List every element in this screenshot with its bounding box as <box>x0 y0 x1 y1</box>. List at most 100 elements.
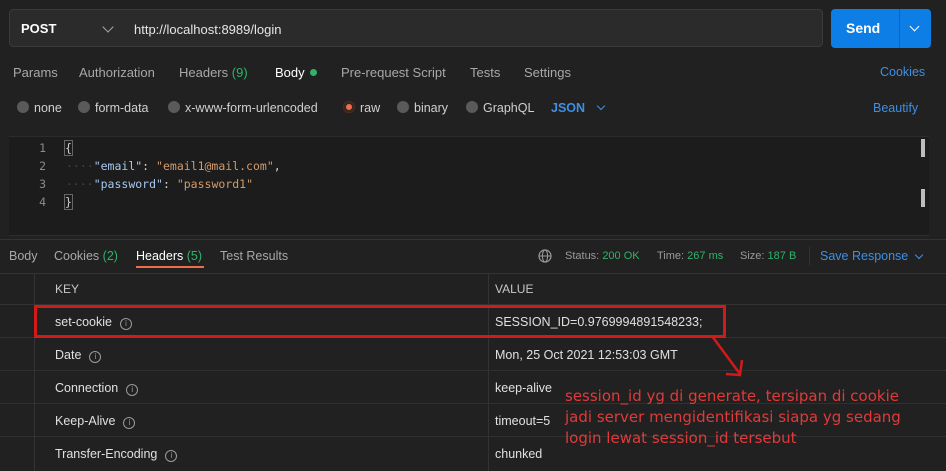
annotation-line: jadi server mengidentifikasi siapa yg se… <box>565 408 901 426</box>
tab-count: (2) <box>102 249 118 263</box>
radio-binary[interactable] <box>397 101 409 113</box>
tab-label: Body <box>275 65 305 80</box>
info-icon[interactable]: i <box>126 384 139 396</box>
tab-count: (5) <box>186 249 203 263</box>
code-line-password: ····"password": "password1" <box>66 177 253 191</box>
code-close-brace: } <box>64 194 73 210</box>
tab-body[interactable]: Body <box>275 65 317 80</box>
header-value: keep-alive <box>495 381 552 395</box>
tab-label: Headers <box>136 249 184 263</box>
code-line-email: ····"email": "email1@mail.com", <box>66 159 281 173</box>
radio-urlencoded[interactable] <box>168 101 180 113</box>
radio-raw[interactable] <box>343 101 355 113</box>
tab-label: Pre-request Script <box>341 65 446 80</box>
size-value: 187 B <box>767 250 797 262</box>
tab-tests[interactable]: Tests <box>470 65 500 80</box>
response-tab-cookies[interactable]: Cookies (2) <box>54 249 118 263</box>
method-label: POST <box>21 21 57 36</box>
save-response-button[interactable]: Save Response <box>820 249 908 263</box>
radio-graphql[interactable] <box>466 101 478 113</box>
header-key-text: Connection <box>55 381 119 395</box>
radio-none[interactable] <box>17 101 29 113</box>
annotation-arrow-icon <box>710 335 744 377</box>
radio-label-none: none <box>34 101 62 115</box>
tab-label: Cookies <box>54 249 100 263</box>
header-key-text: Keep-Alive <box>55 414 116 428</box>
radio-form-data[interactable] <box>78 101 90 113</box>
time-label: Time: <box>657 250 685 262</box>
chevron-down-icon[interactable] <box>909 21 920 32</box>
annotation-highlight-box <box>34 305 726 338</box>
info-icon[interactable]: i <box>123 417 136 429</box>
radio-label-binary: binary <box>414 101 449 115</box>
size-indicator: Size: 187 B <box>740 250 796 262</box>
info-icon[interactable]: i <box>89 351 102 363</box>
globe-icon[interactable] <box>538 249 552 263</box>
json-value: "email1@mail.com" <box>156 159 274 173</box>
header-key: Keep-Alive i <box>55 414 136 429</box>
response-tab-test-results[interactable]: Test Results <box>220 249 288 263</box>
send-button[interactable]: Send <box>831 9 931 48</box>
json-key: "password" <box>93 177 163 191</box>
modified-dot-icon <box>309 69 317 76</box>
tab-label: Authorization <box>79 65 155 80</box>
json-key: "email" <box>93 159 143 173</box>
status-indicator: Status: 200 OK <box>565 250 640 262</box>
radio-label-graphql: GraphQL <box>483 101 535 115</box>
annotation-line: login lewat session_id tersebut <box>565 429 797 447</box>
header-key-text: Transfer-Encoding <box>55 447 158 461</box>
json-value: "password1" <box>176 177 253 191</box>
tab-settings[interactable]: Settings <box>524 65 571 80</box>
editor-scrollbar[interactable] <box>921 139 925 157</box>
response-tab-body[interactable]: Body <box>9 249 38 263</box>
tab-label: Settings <box>524 65 571 80</box>
header-key: Date i <box>55 348 102 363</box>
tab-headers[interactable]: Headers (9) <box>179 65 248 80</box>
cookies-link[interactable]: Cookies <box>880 65 925 79</box>
tab-label: Params <box>13 65 58 80</box>
line-number: 2 <box>39 159 46 173</box>
chevron-down-icon <box>914 250 924 260</box>
tab-authorization[interactable]: Authorization <box>79 65 155 80</box>
header-key: Connection i <box>55 381 139 396</box>
annotation-note: session_id yg di generate, tersipan di c… <box>565 386 901 449</box>
active-tab-underline <box>136 266 204 268</box>
indent-guide: ···· <box>66 159 94 173</box>
status-label: Status: <box>565 250 600 262</box>
code-open-brace: { <box>64 140 73 156</box>
radio-label-form-data: form-data <box>95 101 149 115</box>
response-tab-headers[interactable]: Headers (5) <box>136 249 202 263</box>
indent-guide: ···· <box>66 177 94 191</box>
tab-count: (9) <box>231 65 248 80</box>
url-input[interactable]: http://localhost:8989/login <box>124 9 823 47</box>
status-value: 200 OK <box>602 250 640 262</box>
radio-label-urlencoded: x-www-form-urlencoded <box>185 101 318 115</box>
tab-label: Tests <box>470 65 501 80</box>
tab-params[interactable]: Params <box>13 65 58 80</box>
url-text: http://localhost:8989/login <box>134 22 282 37</box>
header-value: chunked <box>495 447 543 461</box>
header-key: Transfer-Encoding i <box>55 447 178 462</box>
line-number: 1 <box>39 141 46 155</box>
tab-label: Body <box>9 249 38 263</box>
time-value: 267 ms <box>687 250 724 262</box>
section-divider <box>0 239 946 240</box>
radio-label-raw: raw <box>360 101 381 115</box>
line-number: 4 <box>39 195 46 209</box>
time-indicator: Time: 267 ms <box>657 250 723 262</box>
chevron-down-icon <box>596 101 606 111</box>
header-value: Mon, 25 Oct 2021 12:53:03 GMT <box>495 348 678 362</box>
tab-pre-request-script[interactable]: Pre-request Script <box>341 65 446 80</box>
body-format-select[interactable]: JSON <box>551 101 585 115</box>
editor-scrollbar-thumb[interactable] <box>921 189 925 207</box>
table-row <box>0 338 946 371</box>
chevron-down-icon <box>102 21 114 33</box>
info-icon[interactable]: i <box>165 450 178 462</box>
column-header-key: KEY <box>55 282 80 296</box>
send-divider <box>899 9 900 48</box>
beautify-link[interactable]: Beautify <box>873 101 918 115</box>
status-divider <box>809 247 810 265</box>
method-select[interactable]: POST <box>9 9 125 47</box>
annotation-line: session_id yg di generate, tersipan di c… <box>565 387 899 405</box>
table-header <box>0 273 946 305</box>
